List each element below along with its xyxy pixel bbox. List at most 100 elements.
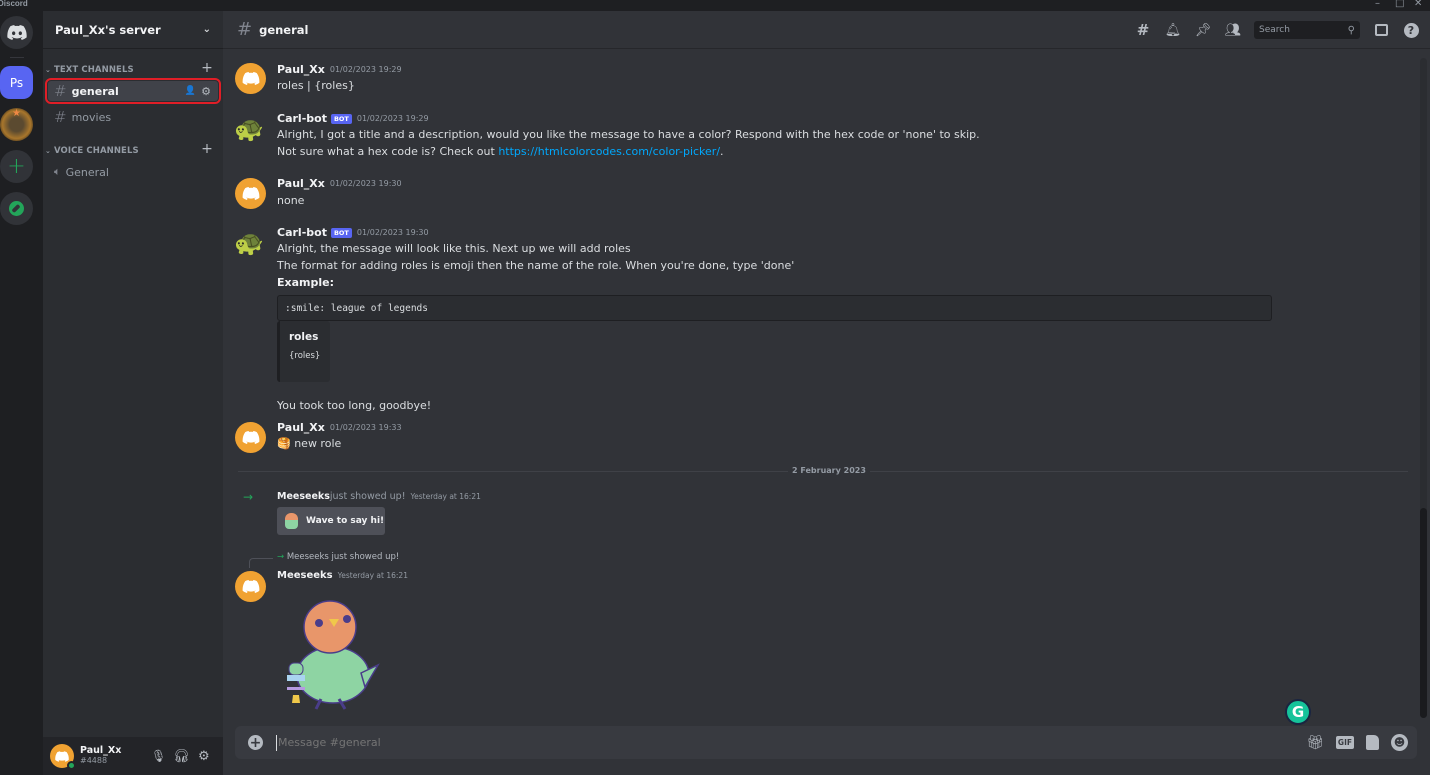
gear-icon[interactable]: ⚙: [201, 85, 211, 98]
author-name[interactable]: Carl-bot: [277, 226, 327, 239]
search-icon: ⚲: [1347, 24, 1355, 36]
join-arrow-icon: →: [243, 490, 254, 504]
online-status-icon: [67, 761, 76, 770]
author-name[interactable]: Paul_Xx: [277, 177, 325, 190]
channel-voice-general[interactable]: 🔈︎ General: [48, 162, 218, 182]
server-header[interactable]: Paul_Xx's server ⌄: [43, 11, 223, 49]
message-bold-text: Example:: [277, 276, 334, 289]
join-arrow-icon: →: [277, 552, 285, 562]
channel-title: general: [259, 22, 309, 37]
inbox-icon[interactable]: [1372, 21, 1390, 39]
message-input[interactable]: [278, 736, 1307, 749]
help-icon[interactable]: ?: [1402, 21, 1420, 39]
add-server-button[interactable]: +: [0, 150, 33, 183]
sticker-button-icon[interactable]: [1366, 735, 1379, 750]
reply-preview[interactable]: → Meeseeks just showed up!: [277, 552, 399, 562]
category-voice-channels[interactable]: ⌄ VOICE CHANNELS +: [45, 141, 213, 157]
chat-area: # general # 🔔︎ 📌︎ 👥︎ Search ⚲ ? Paul_Xx 0…: [223, 11, 1430, 775]
avatar[interactable]: [235, 63, 266, 94]
discord-logo-icon: [242, 187, 259, 200]
channel-general[interactable]: # general 👤 ⚙: [45, 78, 221, 104]
avatar[interactable]: [235, 178, 266, 209]
author-name[interactable]: Meeseeks: [277, 570, 333, 581]
avatar[interactable]: [235, 422, 266, 453]
message-text: none: [277, 194, 305, 207]
chevron-icon: ⌄: [45, 147, 51, 155]
compass-icon: [9, 201, 24, 216]
create-channel-button[interactable]: +: [201, 141, 213, 157]
scrollbar[interactable]: [1420, 58, 1427, 718]
maximize-button[interactable]: □: [1395, 0, 1404, 9]
home-button[interactable]: [0, 16, 33, 49]
timestamp: Yesterday at 16:21: [410, 492, 481, 501]
server-icon-ps[interactable]: Ps: [0, 66, 33, 99]
search-input[interactable]: Search ⚲: [1254, 21, 1360, 39]
author-name[interactable]: Carl-bot: [277, 112, 327, 125]
timestamp: 01/02/2023 19:30: [356, 228, 429, 237]
text-cursor: [276, 734, 277, 751]
user-panel: Paul_Xx #4488 🎙︎ 🎧︎ ⚙: [43, 737, 223, 775]
wave-button[interactable]: Wave to say hi!: [277, 507, 385, 535]
author-name[interactable]: Meeseeks: [277, 491, 330, 502]
timestamp: 01/02/2023 19:29: [329, 65, 402, 74]
message-composer: + 🎁︎ GIF ☻: [235, 726, 1417, 759]
avatar[interactable]: [235, 571, 266, 602]
message-text: Not sure what a hex code is? Check out h…: [277, 145, 724, 158]
hash-icon: #: [54, 82, 67, 100]
emoji-button-icon[interactable]: ☻: [1391, 734, 1408, 751]
message-text: Alright, I got a title and a description…: [277, 128, 980, 141]
wave-label: Wave to say hi!: [306, 516, 385, 526]
bird-sticker-icon[interactable]: [283, 595, 383, 713]
server-name: Paul_Xx's server: [55, 22, 161, 37]
date-label: 2 February 2023: [788, 466, 870, 475]
author-name[interactable]: Paul_Xx: [277, 421, 325, 434]
user-avatar[interactable]: [50, 744, 76, 770]
app-name: Discord: [0, 0, 28, 8]
discord-logo-icon: [242, 580, 259, 593]
close-button[interactable]: ✕: [1414, 0, 1422, 9]
channel-movies[interactable]: # movies: [48, 107, 218, 127]
bot-badge: BOT: [330, 227, 352, 238]
explore-button[interactable]: [0, 192, 33, 225]
date-divider: 2 February 2023: [238, 466, 1408, 475]
server-abbr: Ps: [9, 75, 24, 90]
turtle-avatar-icon[interactable]: 🐢: [234, 115, 264, 143]
create-channel-button[interactable]: +: [201, 60, 213, 76]
timestamp: Yesterday at 16:21: [337, 571, 408, 580]
embed-description: {roles}: [289, 351, 321, 361]
category-text-channels[interactable]: ⌄ TEXT CHANNELS +: [45, 60, 213, 76]
discord-logo-icon: [55, 750, 69, 762]
pin-icon[interactable]: 📌︎: [1194, 21, 1212, 39]
hash-icon: #: [237, 19, 253, 40]
microphone-icon[interactable]: 🎙︎: [151, 749, 166, 763]
settings-gear-icon[interactable]: ⚙: [198, 749, 210, 764]
link[interactable]: https://htmlcolorcodes.com/color-picker/: [498, 145, 720, 158]
server-icon-2[interactable]: ★: [0, 108, 33, 141]
bell-icon[interactable]: 🔔︎: [1164, 21, 1182, 39]
username: Paul_Xx: [80, 745, 122, 756]
scrollbar-thumb[interactable]: [1420, 508, 1427, 718]
message-text: You took too long, goodbye!: [277, 399, 432, 412]
speaker-icon: 🔈︎: [54, 165, 61, 178]
member-list-icon[interactable]: 👥︎: [1224, 21, 1242, 39]
threads-icon[interactable]: #: [1134, 21, 1152, 39]
category-label: TEXT CHANNELS: [53, 65, 134, 75]
message-text: roles | {roles}: [277, 79, 355, 92]
chevron-icon: ⌄: [45, 66, 51, 74]
gift-icon[interactable]: 🎁︎: [1306, 735, 1324, 751]
turtle-avatar-icon[interactable]: 🐢: [234, 229, 264, 257]
gif-button[interactable]: GIF: [1335, 736, 1354, 749]
search-placeholder: Search: [1259, 25, 1290, 35]
headphones-icon[interactable]: 🎧︎: [173, 749, 190, 764]
invite-icon[interactable]: 👤: [185, 86, 196, 96]
channel-name: movies: [71, 110, 112, 124]
author-name[interactable]: Paul_Xx: [277, 63, 325, 76]
grammarly-icon[interactable]: G: [1285, 699, 1311, 725]
user-tag: #4488: [80, 756, 108, 765]
embed-title: roles: [289, 331, 319, 343]
code-block: :smile: league of legends: [277, 295, 1272, 321]
minimize-button[interactable]: –: [1375, 0, 1380, 9]
add-attachment-button[interactable]: +: [248, 735, 263, 750]
server-image-icon: ★: [12, 108, 21, 119]
discord-logo-icon: [6, 25, 27, 40]
